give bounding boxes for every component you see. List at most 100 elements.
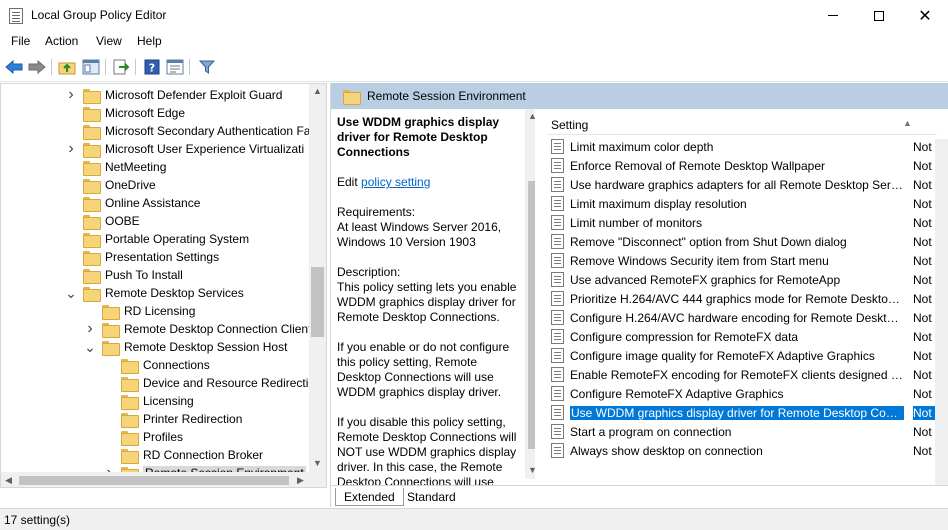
folder-icon: [83, 268, 101, 284]
maximize-button[interactable]: [856, 0, 902, 31]
tree-item-label: Licensing: [143, 394, 194, 408]
policy-setting-icon: [551, 291, 564, 306]
policy-setting-icon: [551, 253, 564, 268]
policy-row[interactable]: Remove Windows Security item from Start …: [547, 251, 943, 270]
menu-file[interactable]: File: [11, 34, 30, 48]
edit-policy-line: Edit policy setting: [337, 175, 522, 190]
details-pane: Remote Session Environment Use WDDM grap…: [330, 83, 948, 507]
tree-item-label: NetMeeting: [105, 160, 167, 174]
tree-item-label: Remote Desktop Connection Client: [124, 322, 312, 336]
scroll-left-arrow-icon[interactable]: ◀: [5, 475, 12, 486]
policy-name: Configure H.264/AVC hardware encoding fo…: [570, 310, 904, 325]
policy-name: Limit maximum color depth: [570, 139, 714, 154]
tree-item[interactable]: Push To Install: [65, 266, 183, 284]
policy-row[interactable]: Configure compression for RemoteFX data N…: [547, 327, 943, 346]
export-list-button[interactable]: [111, 57, 131, 77]
policy-row[interactable]: Limit number of monitors Not c: [547, 213, 943, 232]
tree-item[interactable]: Printer Redirection: [103, 410, 242, 428]
tab-extended[interactable]: Extended: [335, 488, 404, 506]
filter-icon: [199, 60, 215, 74]
policy-row[interactable]: Use WDDM graphics display driver for Rem…: [547, 403, 943, 422]
scroll-down-arrow-icon[interactable]: ▼: [313, 458, 322, 468]
folder-up-icon: [58, 62, 76, 75]
tree-vertical-scroll-thumb[interactable]: [311, 267, 324, 337]
tree-item[interactable]: Portable Operating System: [65, 230, 249, 248]
tree-item-label: Push To Install: [105, 268, 183, 282]
chevron-right-icon[interactable]: ›: [84, 320, 96, 338]
policy-row[interactable]: Prioritize H.264/AVC 444 graphics mode f…: [547, 289, 943, 308]
chevron-down-icon[interactable]: ⌄: [65, 284, 77, 302]
policy-row[interactable]: Configure image quality for RemoteFX Ada…: [547, 346, 943, 365]
policy-row[interactable]: Enable RemoteFX encoding for RemoteFX cl…: [547, 365, 943, 384]
tree-item[interactable]: Microsoft Edge: [65, 104, 185, 122]
list-vertical-scrollbar[interactable]: [935, 139, 948, 485]
folder-icon: [102, 304, 120, 320]
menu-help[interactable]: Help: [137, 34, 162, 48]
edit-policy-setting-link[interactable]: policy setting: [361, 175, 430, 189]
tree-item-label: Portable Operating System: [105, 232, 250, 246]
policy-setting-icon: [551, 215, 564, 230]
tree-item[interactable]: Presentation Settings: [65, 248, 219, 266]
tree-item[interactable]: RD Connection Broker: [103, 446, 263, 464]
menu-action[interactable]: Action: [45, 34, 78, 48]
toolbar: ?: [0, 53, 948, 82]
policy-row[interactable]: Use hardware graphics adapters for all R…: [547, 175, 943, 194]
close-button[interactable]: ✕: [902, 0, 948, 31]
policy-row[interactable]: Always show desktop on connection Not c: [547, 441, 943, 460]
tree-item[interactable]: RD Licensing: [84, 302, 195, 320]
tree-item[interactable]: ⌄ Remote Desktop Session Host: [84, 338, 287, 356]
tree-item[interactable]: Online Assistance: [65, 194, 200, 212]
tree-item[interactable]: ⌄ Remote Desktop Services: [65, 284, 244, 302]
scroll-right-arrow-icon[interactable]: ▶: [297, 475, 304, 486]
tree-item[interactable]: › Microsoft Defender Exploit Guard: [65, 86, 282, 104]
tree-item[interactable]: NetMeeting: [65, 158, 166, 176]
policy-row[interactable]: Limit maximum color depth Not c: [547, 137, 943, 156]
scroll-up-arrow-icon[interactable]: ▲: [313, 86, 322, 96]
forward-button[interactable]: [27, 57, 47, 77]
show-hide-console-tree-button[interactable]: [81, 57, 101, 77]
filter-options-button[interactable]: [197, 57, 217, 77]
policy-row[interactable]: Remove "Disconnect" option from Shut Dow…: [547, 232, 943, 251]
chevron-down-icon[interactable]: ⌄: [84, 338, 96, 356]
tree-item[interactable]: › Microsoft User Experience Virtualizati: [65, 140, 304, 158]
policy-row[interactable]: Configure RemoteFX Adaptive Graphics Not …: [547, 384, 943, 403]
back-button[interactable]: [4, 57, 24, 77]
tree-item[interactable]: OneDrive: [65, 176, 156, 194]
tree-item[interactable]: Device and Resource Redirection: [103, 374, 322, 392]
toolbar-separator: [105, 59, 106, 75]
tab-standard[interactable]: Standard: [399, 488, 464, 506]
policy-title: Use WDDM graphics display driver for Rem…: [337, 115, 500, 159]
folder-icon: [343, 90, 361, 105]
policy-row[interactable]: Configure H.264/AVC hardware encoding fo…: [547, 308, 943, 327]
tree-item[interactable]: Profiles: [103, 428, 183, 446]
folder-icon: [83, 178, 101, 194]
chevron-right-icon[interactable]: ›: [65, 86, 77, 104]
tree-item[interactable]: › Remote Desktop Connection Client: [84, 320, 311, 338]
menu-bar: File Action View Help: [0, 31, 948, 52]
column-header-setting[interactable]: Setting: [551, 118, 588, 132]
status-text: 17 setting(s): [4, 513, 71, 527]
up-one-level-button[interactable]: [57, 57, 77, 77]
tree-item-label: Printer Redirection: [143, 412, 243, 426]
help-button[interactable]: ?: [142, 57, 162, 77]
tree-item[interactable]: Microsoft Secondary Authentication Fa: [65, 122, 310, 140]
tree-item[interactable]: OOBE: [65, 212, 140, 230]
description-block: Description: This policy setting lets yo…: [337, 265, 522, 325]
toolbar-separator: [51, 59, 52, 75]
title-bar: Local Group Policy Editor ✕: [0, 0, 948, 31]
policy-row[interactable]: Start a program on connection Not c: [547, 422, 943, 441]
minimize-button[interactable]: [810, 0, 856, 31]
policy-name: Prioritize H.264/AVC 444 graphics mode f…: [570, 291, 904, 306]
policy-row[interactable]: Use advanced RemoteFX graphics for Remot…: [547, 270, 943, 289]
chevron-right-icon[interactable]: ›: [65, 140, 77, 158]
tree-item[interactable]: Connections: [103, 356, 210, 374]
policy-row[interactable]: Enforce Removal of Remote Desktop Wallpa…: [547, 156, 943, 175]
tree-horizontal-scroll-thumb[interactable]: [19, 476, 289, 485]
menu-view[interactable]: View: [96, 34, 122, 48]
policy-row[interactable]: Limit maximum display resolution Not c: [547, 194, 943, 213]
properties-button[interactable]: [165, 57, 185, 77]
tree-item[interactable]: Licensing: [103, 392, 194, 410]
